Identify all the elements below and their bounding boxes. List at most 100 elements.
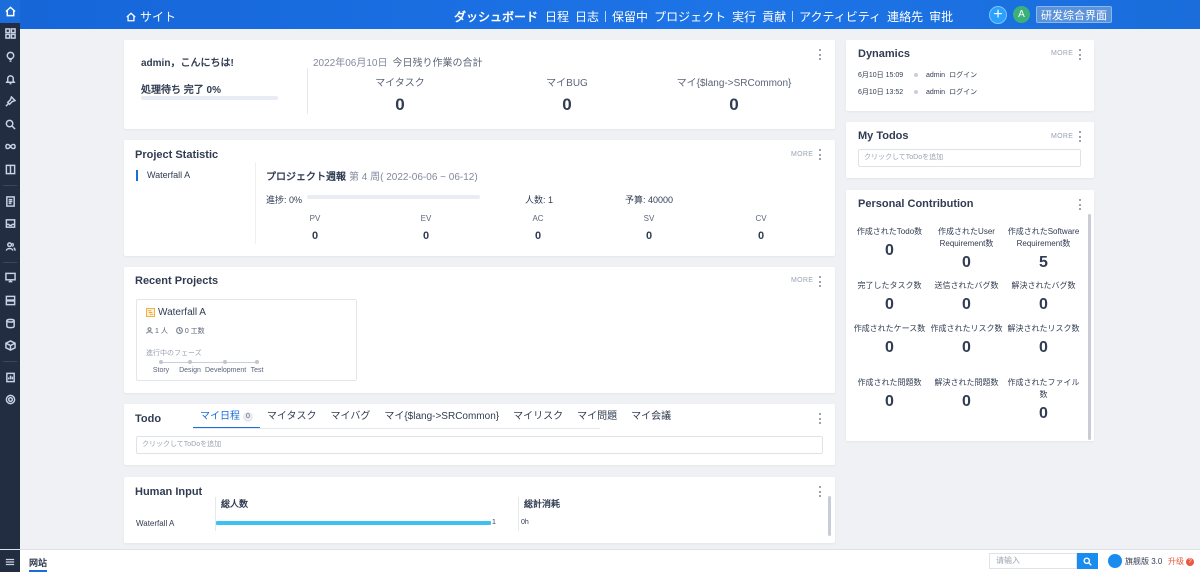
monitor-icon[interactable] xyxy=(0,267,20,290)
budget: 予算: 40000 xyxy=(625,195,674,205)
divider xyxy=(215,497,216,531)
project-card[interactable]: Waterfall A 1 人 0 工数 進行中のフェーズ Story Desi… xyxy=(136,299,357,381)
panel-menu-icon[interactable] xyxy=(819,276,822,287)
hours-count: 0 工数 xyxy=(175,326,205,336)
timeline-dot xyxy=(914,73,918,77)
more-link[interactable]: MORE xyxy=(791,151,813,158)
menu-icon[interactable] xyxy=(0,550,20,572)
metric-label: SV xyxy=(643,214,655,223)
home-icon[interactable] xyxy=(0,0,20,23)
more-link[interactable]: MORE xyxy=(1051,50,1073,57)
site-tab[interactable]: 网站 xyxy=(29,556,48,572)
database-icon[interactable] xyxy=(0,312,20,335)
activity-item[interactable]: 6月10日 15:09 admin ログイン xyxy=(858,70,977,80)
project-name[interactable]: Waterfall A xyxy=(146,307,206,318)
stat-my-bugs[interactable]: マイBUG 0 xyxy=(507,74,627,115)
project-list-item[interactable]: Waterfall A xyxy=(136,170,190,181)
bell-icon[interactable] xyxy=(0,68,20,91)
rail-divider xyxy=(3,184,17,186)
more-link[interactable]: MORE xyxy=(791,277,813,284)
nav-dashboard[interactable]: ダッシュボード xyxy=(451,8,542,25)
panel-menu-icon[interactable] xyxy=(1079,131,1082,142)
contribution-stat: 解決されたリスク数 0 xyxy=(1007,324,1080,356)
site-label: サイト xyxy=(140,10,177,24)
report-icon[interactable] xyxy=(0,366,20,389)
panel-title: Human Input xyxy=(135,486,203,498)
stat-my-requirements[interactable]: マイ{$lang->SRCommon} 0 xyxy=(674,74,794,115)
avatar[interactable]: A xyxy=(1013,6,1030,23)
inbox-icon[interactable] xyxy=(0,212,20,235)
people-count: 人数: 1 xyxy=(525,195,554,205)
tab-my-issues[interactable]: マイ問題 xyxy=(570,410,624,429)
search-icon[interactable] xyxy=(0,113,20,136)
more-link[interactable]: MORE xyxy=(1051,133,1073,140)
tab-my-meetings[interactable]: マイ会議 xyxy=(624,410,678,429)
nav-contacts[interactable]: 連絡先 xyxy=(884,8,926,25)
nav-divider xyxy=(792,11,794,22)
column-header: 総計消耗 xyxy=(524,499,561,509)
metric-cv: CV 0 xyxy=(746,214,776,242)
nav-pending[interactable]: 保留中 xyxy=(609,8,651,25)
panel-title: Dynamics xyxy=(858,48,910,60)
rd-interface-button[interactable]: 研发综合界面 xyxy=(1036,6,1112,23)
tab-my-risks[interactable]: マイリスク xyxy=(506,410,570,429)
tab-my-tasks[interactable]: マイタスク xyxy=(260,410,324,429)
nav-contribution[interactable]: 貢献 xyxy=(759,8,789,25)
settings-icon[interactable] xyxy=(0,389,20,412)
nav-schedule[interactable]: 日程 xyxy=(542,8,572,25)
panel-menu-icon[interactable] xyxy=(819,413,822,424)
search-icon xyxy=(1083,556,1092,566)
tab-my-bugs[interactable]: マイバグ xyxy=(324,410,378,429)
timeline-dot xyxy=(914,90,918,94)
scrollbar[interactable] xyxy=(1088,214,1091,440)
infinity-icon[interactable] xyxy=(0,136,20,159)
add-todo-input[interactable]: クリックしてToDoを追加 xyxy=(858,149,1081,167)
project-statistic-panel: Project Statistic MORE Waterfall A プロジェク… xyxy=(124,140,835,256)
stat-my-tasks[interactable]: マイタスク 0 xyxy=(340,74,460,115)
activity-item[interactable]: 6月10日 13:52 admin ログイン xyxy=(858,87,977,97)
grid-icon[interactable] xyxy=(0,23,20,46)
add-todo-input[interactable]: クリックしてToDoを追加 xyxy=(136,436,823,454)
panel-menu-icon[interactable] xyxy=(819,49,822,60)
server-icon[interactable] xyxy=(0,289,20,312)
scrollbar[interactable] xyxy=(828,496,831,536)
pin-icon[interactable] xyxy=(0,90,20,113)
tab-my-schedule[interactable]: マイ日程 0 xyxy=(193,410,260,429)
stat-label: マイタスク xyxy=(375,78,425,89)
search-button[interactable] xyxy=(1077,553,1098,569)
welcome-panel: admin，こんにちは! 処理待ち 完了 0% 2022年06月10日 今日残り作… xyxy=(124,40,835,129)
phase-steps: Story Design Development Test xyxy=(149,360,269,380)
users-icon[interactable] xyxy=(0,235,20,258)
column-header: 総人数 xyxy=(221,499,249,509)
lightbulb-icon[interactable] xyxy=(0,45,20,68)
nav-activity[interactable]: アクティビティ xyxy=(796,8,884,25)
date-line: 2022年06月10日 今日残り作業の合計 xyxy=(313,54,483,69)
date: 2022年06月10日 xyxy=(313,58,388,69)
activity-action: ログイン xyxy=(949,72,978,79)
rail-divider xyxy=(3,360,17,362)
contribution-stat: 作成されたTodo数 0 xyxy=(856,227,923,259)
tab-my-requirements[interactable]: マイ{$lang->SRCommon} xyxy=(377,410,506,429)
metric-value: 0 xyxy=(422,230,430,242)
panel-menu-icon[interactable] xyxy=(819,149,822,160)
contribution-stat: 作成されたリスク数 0 xyxy=(930,324,1003,356)
contribution-stat: 作成されたUser Requirement数 0 xyxy=(938,227,995,271)
metric-ev: EV 0 xyxy=(411,214,441,242)
activity-action: ログイン xyxy=(949,89,978,96)
panel-menu-icon[interactable] xyxy=(1079,49,1082,60)
panel-menu-icon[interactable] xyxy=(819,486,822,497)
version-label: 旗舰版 3.0 xyxy=(1125,556,1163,566)
box-icon[interactable] xyxy=(0,334,20,357)
create-button[interactable]: + xyxy=(989,6,1007,24)
site-home-link[interactable]: サイト xyxy=(126,8,176,25)
nav-execution[interactable]: 実行 xyxy=(729,8,759,25)
document-icon[interactable] xyxy=(0,190,20,213)
search-input[interactable]: 请输入 xyxy=(989,553,1077,569)
panel-menu-icon[interactable] xyxy=(1079,199,1082,210)
nav-approval[interactable]: 审批 xyxy=(926,8,956,25)
nav-project[interactable]: プロジェクト xyxy=(651,8,729,25)
metric-label: AC xyxy=(532,214,544,223)
upgrade-link[interactable]: 升级? xyxy=(1168,556,1194,567)
nav-log[interactable]: 日志 xyxy=(572,8,602,25)
book-icon[interactable] xyxy=(0,158,20,181)
